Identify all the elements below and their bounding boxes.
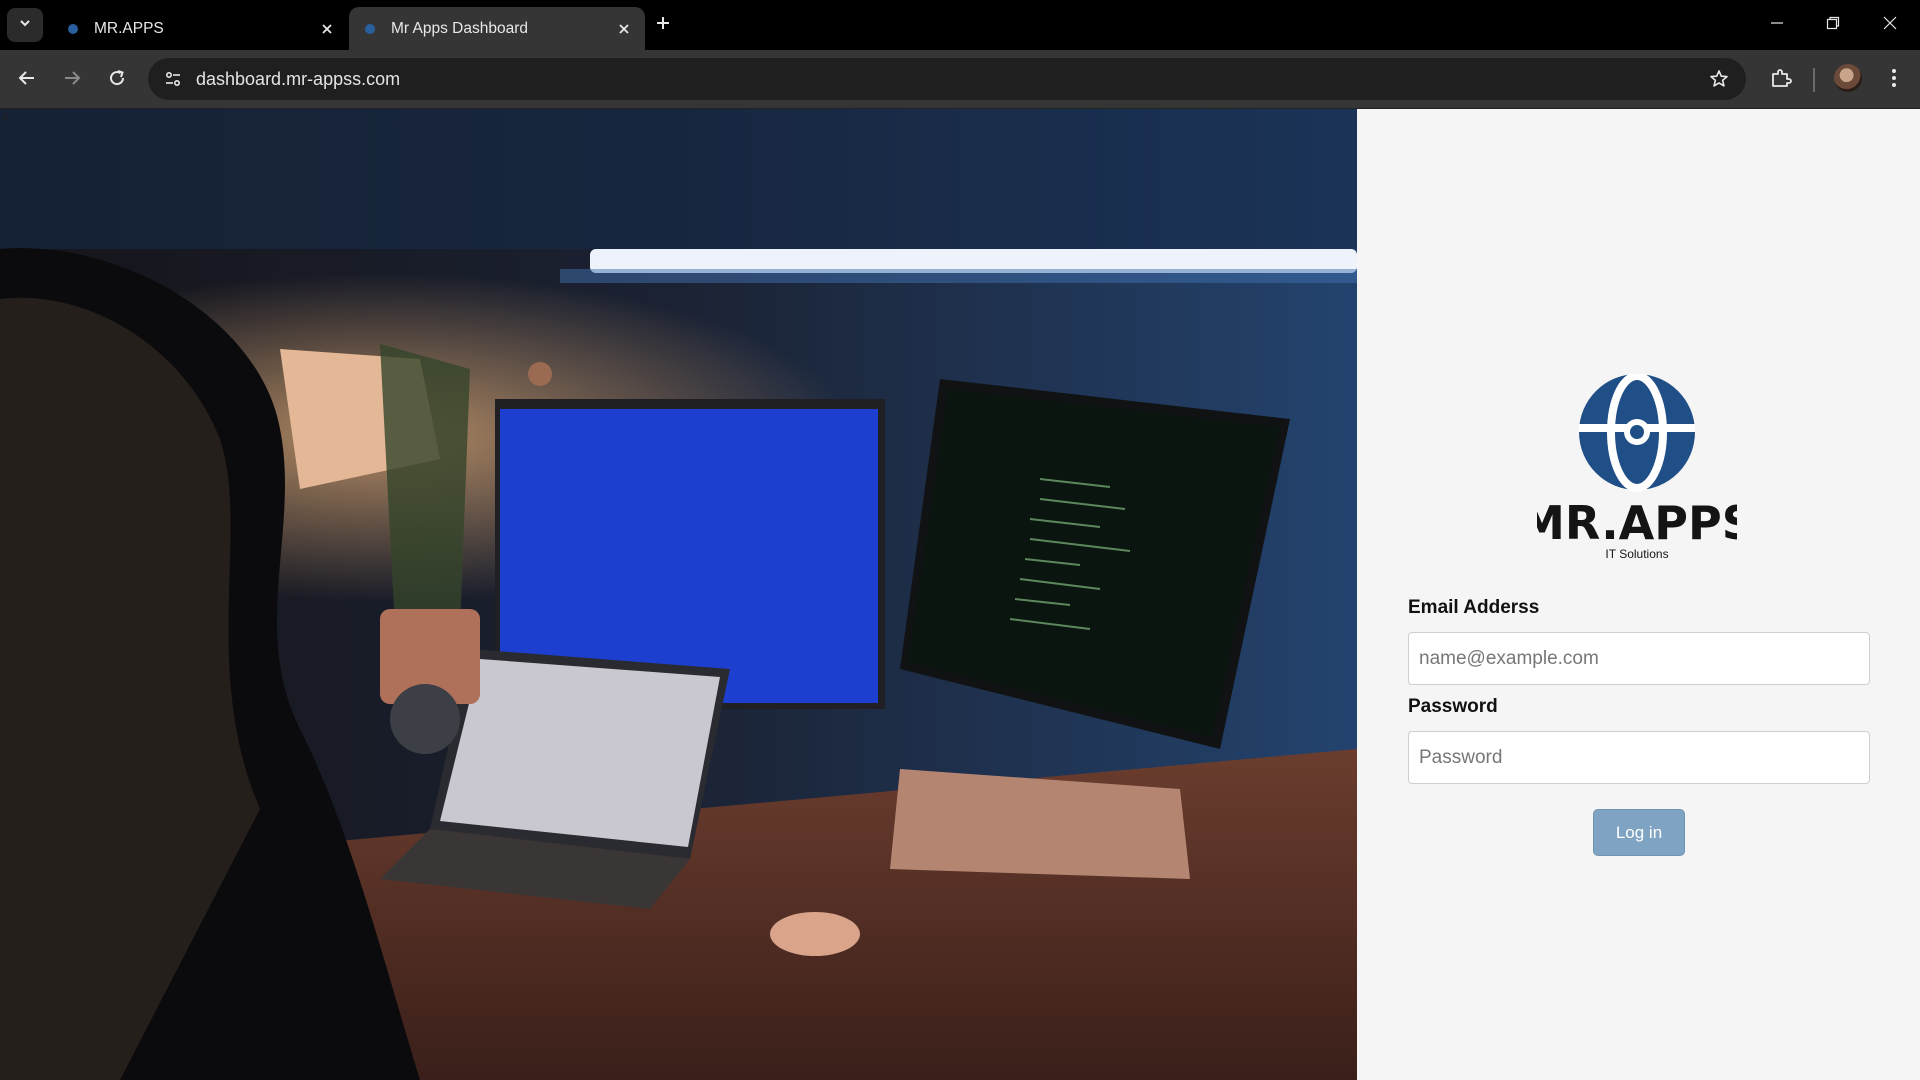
- minimize-button[interactable]: [1749, 0, 1805, 50]
- extensions-button[interactable]: [1763, 62, 1799, 98]
- login-panel: MR.APPS IT Solutions Email Adderss Passw…: [1357, 109, 1920, 1080]
- forward-arrow-icon: [63, 69, 81, 92]
- page-content: s MR.APPS IT Solutions Email Adderss Pas…: [0, 109, 1920, 1080]
- reload-button[interactable]: [99, 62, 135, 98]
- restore-icon: [1826, 16, 1840, 35]
- kebab-menu-icon: [1891, 68, 1897, 93]
- tab-search-button[interactable]: [7, 8, 43, 42]
- email-field[interactable]: [1408, 632, 1870, 685]
- close-icon[interactable]: [611, 16, 637, 42]
- tab-title: Mr Apps Dashboard: [391, 19, 528, 37]
- password-label: Password: [1408, 696, 1498, 717]
- toolbar-separator: [1813, 68, 1815, 92]
- restore-button[interactable]: [1805, 0, 1861, 50]
- tab-mr-apps[interactable]: MR.APPS: [52, 7, 348, 50]
- password-field[interactable]: [1408, 731, 1870, 784]
- tab-title: MR.APPS: [94, 19, 164, 37]
- tune-icon[interactable]: [158, 64, 188, 94]
- new-tab-button[interactable]: [650, 12, 676, 38]
- logo-wordmark: MR.APPS: [1537, 496, 1737, 550]
- favicon-icon: [66, 22, 80, 36]
- close-icon[interactable]: [314, 16, 340, 42]
- browser-menu-button[interactable]: [1876, 62, 1912, 98]
- tab-strip: MR.APPS Mr Apps Dashboard: [0, 0, 1920, 50]
- forward-button[interactable]: [54, 62, 90, 98]
- url-text[interactable]: dashboard.mr-appss.com: [196, 58, 400, 100]
- puzzle-icon: [1770, 67, 1792, 94]
- close-window-button[interactable]: [1862, 0, 1918, 50]
- close-icon: [1883, 16, 1897, 35]
- mr-apps-logo: MR.APPS IT Solutions: [1519, 372, 1755, 564]
- favicon-icon: [363, 22, 377, 36]
- plus-icon: [655, 15, 671, 36]
- stray-text: s: [2, 109, 8, 123]
- chevron-down-icon: [18, 16, 32, 35]
- minimize-icon: [1770, 16, 1784, 35]
- tab-mr-apps-dashboard[interactable]: Mr Apps Dashboard: [349, 7, 645, 50]
- login-button[interactable]: Log in: [1593, 809, 1685, 856]
- back-arrow-icon: [18, 69, 36, 92]
- hero-photo: s: [0, 109, 1357, 1080]
- back-button[interactable]: [9, 62, 45, 98]
- star-icon[interactable]: [1706, 66, 1732, 92]
- logo-tagline: IT Solutions: [1605, 547, 1668, 561]
- reload-icon: [108, 69, 126, 92]
- email-label: Email Adderss: [1408, 597, 1540, 618]
- profile-avatar[interactable]: [1834, 64, 1862, 92]
- browser-toolbar: dashboard.mr-appss.com: [0, 50, 1920, 109]
- address-bar[interactable]: dashboard.mr-appss.com: [148, 58, 1746, 100]
